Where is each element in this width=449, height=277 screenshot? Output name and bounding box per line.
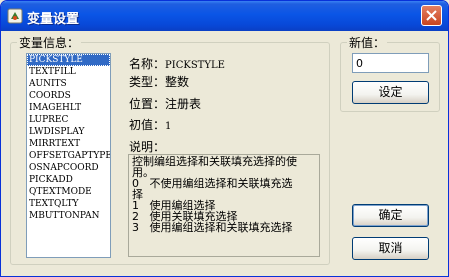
new-value-title: 新值： xyxy=(349,36,386,50)
close-icon xyxy=(426,10,437,21)
description-row: 说明： xyxy=(129,138,165,155)
set-button[interactable]: 设定 xyxy=(352,81,429,104)
name-value: PICKSTYLE xyxy=(165,60,225,71)
list-item[interactable]: IMAGEHLT xyxy=(27,102,110,114)
list-item[interactable]: LWDISPLAY xyxy=(27,126,110,138)
initial-label: 初值： xyxy=(129,118,166,132)
type-value: 整数 xyxy=(165,75,190,89)
title-bar[interactable]: 变量设置 xyxy=(1,1,448,31)
list-item[interactable]: MIRRTEXT xyxy=(27,138,110,150)
close-button[interactable] xyxy=(421,5,442,26)
ok-button[interactable]: 确定 xyxy=(352,204,429,227)
type-row: 类型：整数 xyxy=(129,73,189,90)
variable-list[interactable]: PICKSTYLE TEXTFILL AUNITS COORDS IMAGEHLT LUP… xyxy=(26,53,111,258)
initial-row: 初值：1 xyxy=(129,116,171,133)
window-title: 变量设置 xyxy=(27,12,80,27)
type-label: 类型： xyxy=(129,75,166,89)
list-item[interactable]: LUPREC xyxy=(27,114,110,126)
list-item[interactable]: PICKSTYLE xyxy=(27,54,110,66)
location-value: 注册表 xyxy=(165,97,202,111)
cancel-button[interactable]: 取消 xyxy=(352,237,429,260)
list-item[interactable]: MBUTTONPAN xyxy=(27,210,110,222)
name-row: 名称：PICKSTYLE xyxy=(129,55,225,72)
description-box: 控制编组选择和关联填充选择的使 用。 0 不使用编组选择和关联填充选 择 1 使… xyxy=(128,154,320,257)
location-label: 位置： xyxy=(129,97,166,111)
variable-settings-dialog: 变量设置 变量信息： PICKSTYLE TEXTFILL AUNITS COORDS… xyxy=(0,0,449,277)
new-value-input[interactable] xyxy=(352,53,429,73)
description-line: 3 使用编组选择和关联填充选择 xyxy=(132,221,293,234)
list-item[interactable]: QTEXTMODE xyxy=(27,186,110,198)
list-item[interactable]: PICKADD xyxy=(27,174,110,186)
list-item[interactable]: OSNAPCOORD xyxy=(27,162,110,174)
description-label: 说明： xyxy=(129,140,166,154)
list-item[interactable]: OFFSETGAPTYPE xyxy=(27,150,110,162)
app-icon xyxy=(7,8,23,24)
variable-info-title: 变量信息： xyxy=(19,36,80,50)
name-label: 名称： xyxy=(129,57,166,71)
list-item[interactable]: COORDS xyxy=(27,90,110,102)
list-item[interactable]: TEXTFILL xyxy=(27,66,110,78)
description-line: 0 不使用编组选择和关联填充选 xyxy=(132,177,293,190)
description-line: 控制编组选择和关联填充选择的使 xyxy=(132,155,297,168)
location-row: 位置：注册表 xyxy=(129,95,201,112)
initial-value: 1 xyxy=(165,121,172,132)
list-item[interactable]: TEXTQLTY xyxy=(27,198,110,210)
list-item[interactable]: AUNITS xyxy=(27,78,110,90)
